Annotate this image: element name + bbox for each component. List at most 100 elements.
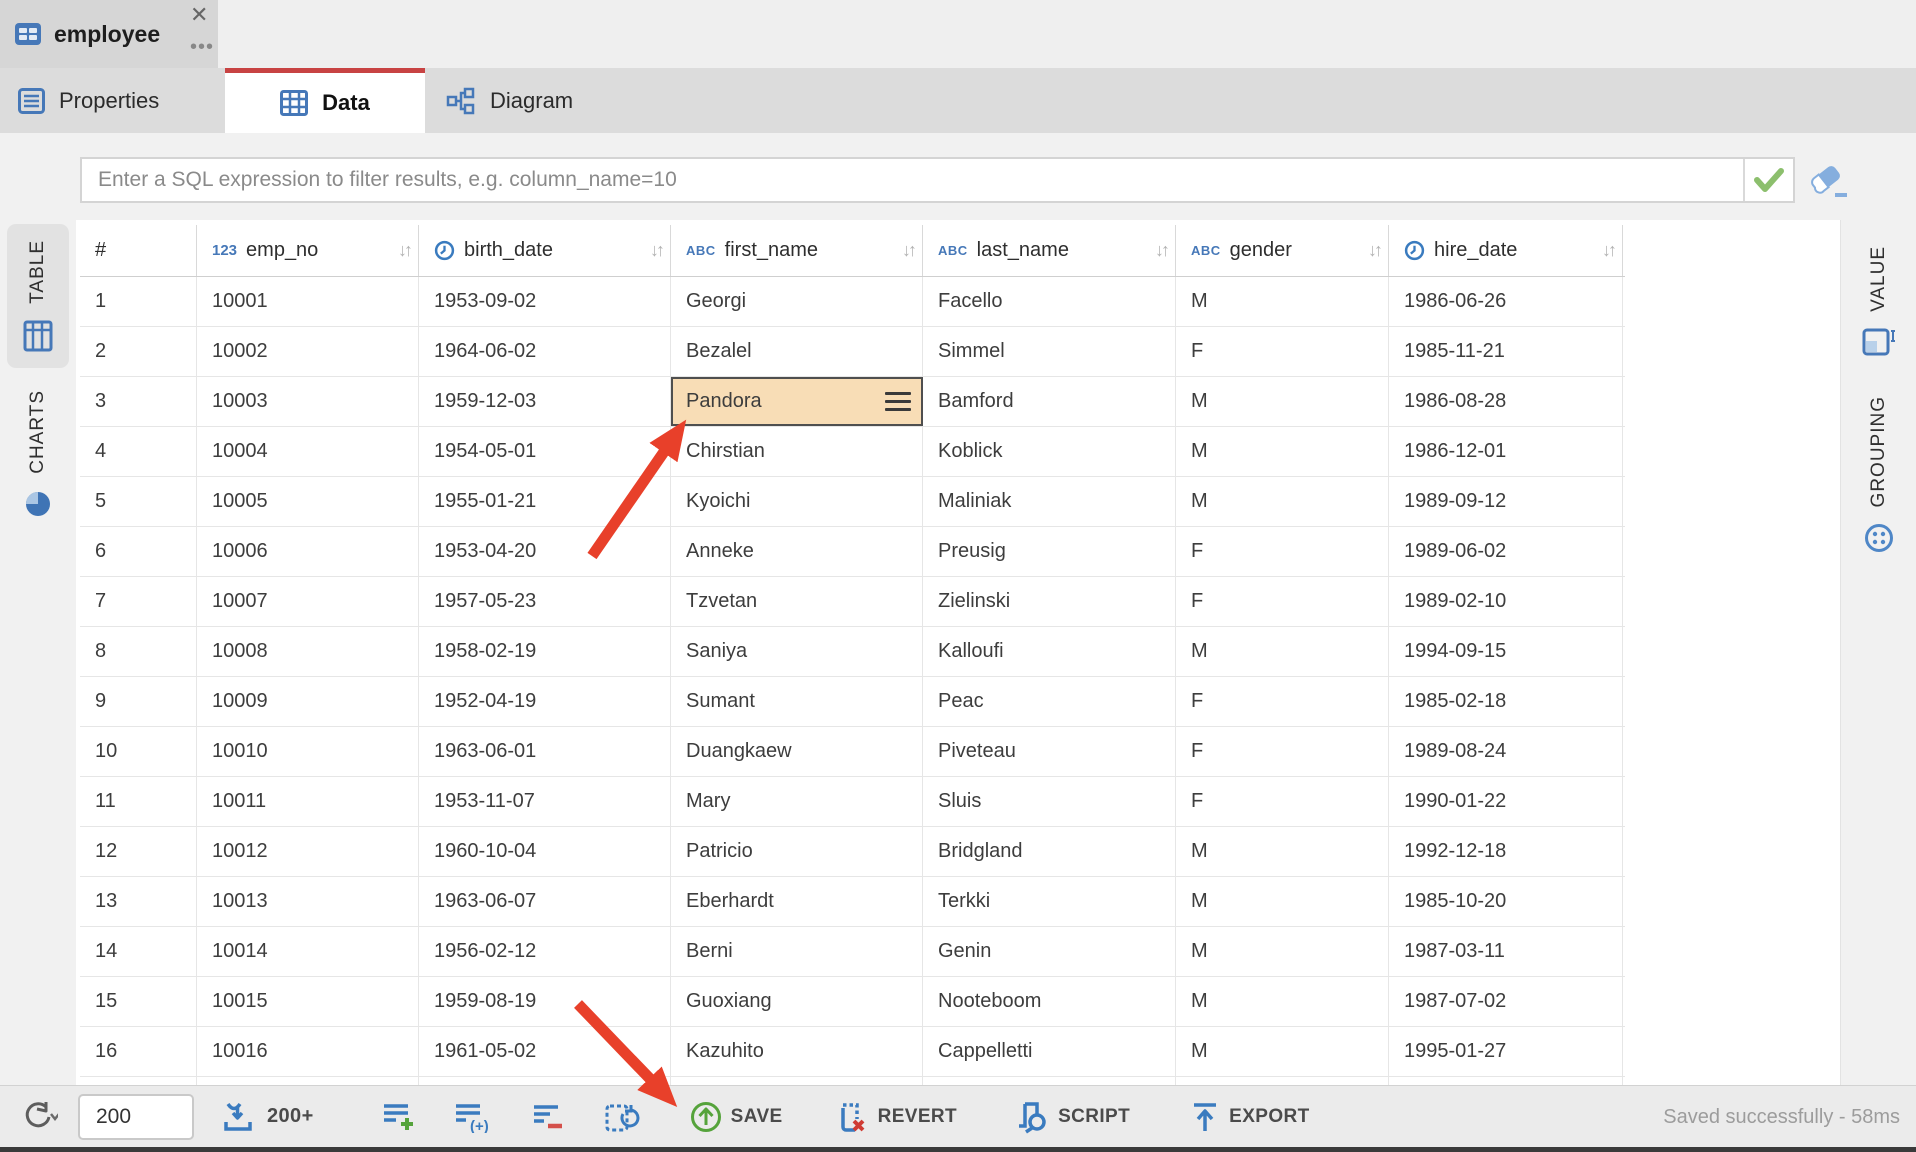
grid-cell[interactable]: 1992-12-18 <box>1389 827 1623 876</box>
grid-cell[interactable]: 10006 <box>197 527 419 576</box>
grid-cell[interactable]: F <box>1176 677 1389 726</box>
grid-cell[interactable]: 1989-09-12 <box>1389 477 1623 526</box>
grid-cell[interactable]: Duangkaew <box>671 727 923 776</box>
grid-cell[interactable]: Bamford <box>923 377 1176 426</box>
fetch-size-input[interactable] <box>78 1094 194 1140</box>
grid-cell[interactable]: Mary <box>671 777 923 826</box>
grid-cell[interactable]: 1986-06-26 <box>1389 277 1623 326</box>
grid-cell[interactable]: Kyoichi <box>671 477 923 526</box>
grid-cell[interactable]: Tzvetan <box>671 577 923 626</box>
grid-cell[interactable]: M <box>1176 277 1389 326</box>
grid-cell[interactable]: M <box>1176 977 1389 1026</box>
grid-cell[interactable]: 10009 <box>197 677 419 726</box>
column-header-last_name[interactable]: ABClast_name↓↑ <box>923 225 1176 276</box>
grid-cell[interactable]: Saniya <box>671 627 923 676</box>
close-icon[interactable]: ✕ <box>190 2 208 28</box>
row-number-cell[interactable] <box>80 1077 197 1085</box>
grid-cell[interactable]: Berni <box>671 927 923 976</box>
grid-cell[interactable]: M <box>1176 1027 1389 1076</box>
row-number-cell[interactable]: 16 <box>80 1027 197 1076</box>
grid-cell[interactable]: M <box>1176 627 1389 676</box>
row-number-cell[interactable]: 7 <box>80 577 197 626</box>
grid-cell[interactable]: 1961-05-02 <box>419 1027 671 1076</box>
grid-cell[interactable]: F <box>1176 777 1389 826</box>
grid-cell[interactable]: Georgi <box>671 277 923 326</box>
grid-cell[interactable]: F <box>1176 577 1389 626</box>
tab-overflow-icon[interactable]: ••• <box>190 36 214 59</box>
fetch-next-page-button[interactable]: 200+ <box>216 1094 320 1140</box>
grid-cell[interactable]: Bezalel <box>671 327 923 376</box>
grid-cell[interactable]: 1990-01-22 <box>1389 777 1623 826</box>
panel-tab-table[interactable]: TABLE <box>7 224 69 368</box>
grid-cell[interactable]: 1953-09-02 <box>419 277 671 326</box>
grid-cell[interactable]: 1953-04-20 <box>419 527 671 576</box>
grid-cell[interactable]: Cappelletti <box>923 1027 1176 1076</box>
panel-tab-grouping[interactable]: GROUPING <box>1848 380 1910 569</box>
row-number-cell[interactable]: 1 <box>80 277 197 326</box>
grid-cell[interactable]: 1957-05-23 <box>419 577 671 626</box>
column-header-gender[interactable]: ABCgender↓↑ <box>1176 225 1389 276</box>
row-number-cell[interactable]: 4 <box>80 427 197 476</box>
sort-toggle-icon[interactable]: ↓↑ <box>1602 240 1614 261</box>
grid-cell[interactable] <box>923 1077 1176 1085</box>
grid-cell[interactable]: 1987-07-02 <box>1389 977 1623 1026</box>
grid-cell[interactable]: Bridgland <box>923 827 1176 876</box>
grid-cell[interactable]: M <box>1176 827 1389 876</box>
grid-cell[interactable]: 10014 <box>197 927 419 976</box>
script-button[interactable]: SCRIPT <box>1007 1094 1136 1140</box>
grid-cell[interactable]: Genin <box>923 927 1176 976</box>
hamburger-icon[interactable] <box>885 392 911 411</box>
grid-cell[interactable]: Piveteau <box>923 727 1176 776</box>
grid-cell[interactable]: 10015 <box>197 977 419 1026</box>
grid-cell[interactable]: Kazuhito <box>671 1027 923 1076</box>
grid-cell[interactable]: Nooteboom <box>923 977 1176 1026</box>
tab-diagram[interactable]: Diagram <box>428 68 591 133</box>
grid-cell[interactable]: M <box>1176 377 1389 426</box>
panel-tab-value[interactable]: VALUE <box>1848 230 1910 374</box>
grid-cell[interactable]: 1963-06-01 <box>419 727 671 776</box>
grid-cell[interactable]: 1960-10-04 <box>419 827 671 876</box>
grid-cell[interactable]: 1959-08-19 <box>419 977 671 1026</box>
row-number-cell[interactable]: 2 <box>80 327 197 376</box>
row-number-cell[interactable]: 3 <box>80 377 197 426</box>
grid-cell[interactable] <box>671 1077 923 1085</box>
tab-data[interactable]: Data <box>225 68 425 133</box>
column-header-rownum[interactable]: # <box>80 225 197 276</box>
grid-cell[interactable]: F <box>1176 727 1389 776</box>
sort-toggle-icon[interactable]: ↓↑ <box>398 240 410 261</box>
grid-cell[interactable] <box>197 1077 419 1085</box>
grid-cell[interactable]: Sluis <box>923 777 1176 826</box>
selected-cell[interactable]: Pandora <box>671 377 923 426</box>
row-number-cell[interactable]: 10 <box>80 727 197 776</box>
grid-cell[interactable]: 1964-06-02 <box>419 327 671 376</box>
grid-cell[interactable]: Anneke <box>671 527 923 576</box>
grid-cell[interactable]: 1956-02-12 <box>419 927 671 976</box>
row-number-cell[interactable]: 15 <box>80 977 197 1026</box>
column-header-first_name[interactable]: ABCfirst_name↓↑ <box>671 225 923 276</box>
grid-cell[interactable]: 1985-10-20 <box>1389 877 1623 926</box>
row-number-cell[interactable]: 14 <box>80 927 197 976</box>
grid-cell[interactable]: 1953-11-07 <box>419 777 671 826</box>
export-button[interactable]: EXPORT <box>1184 1094 1316 1140</box>
delete-row-button[interactable] <box>526 1094 572 1140</box>
grid-cell[interactable]: Kalloufi <box>923 627 1176 676</box>
grid-cell[interactable]: 10016 <box>197 1027 419 1076</box>
sort-toggle-icon[interactable]: ↓↑ <box>902 240 914 261</box>
grid-cell[interactable]: 1955-01-21 <box>419 477 671 526</box>
grid-cell[interactable] <box>1389 1077 1623 1085</box>
grid-cell[interactable]: Sumant <box>671 677 923 726</box>
grid-cell[interactable]: 10002 <box>197 327 419 376</box>
grid-cell[interactable]: 1989-08-24 <box>1389 727 1623 776</box>
grid-cell[interactable]: Preusig <box>923 527 1176 576</box>
row-number-cell[interactable]: 9 <box>80 677 197 726</box>
grid-cell[interactable] <box>419 1077 671 1085</box>
grid-cell[interactable]: F <box>1176 527 1389 576</box>
column-header-emp_no[interactable]: 123emp_no↓↑ <box>197 225 419 276</box>
clear-filter-button[interactable] <box>1806 161 1850 201</box>
grid-cell[interactable]: 10008 <box>197 627 419 676</box>
grid-cell[interactable]: 1985-11-21 <box>1389 327 1623 376</box>
row-number-cell[interactable]: 12 <box>80 827 197 876</box>
tab-employee[interactable]: employee ✕ ••• <box>0 0 218 68</box>
row-number-cell[interactable]: 6 <box>80 527 197 576</box>
apply-filter-button[interactable] <box>1743 159 1793 201</box>
